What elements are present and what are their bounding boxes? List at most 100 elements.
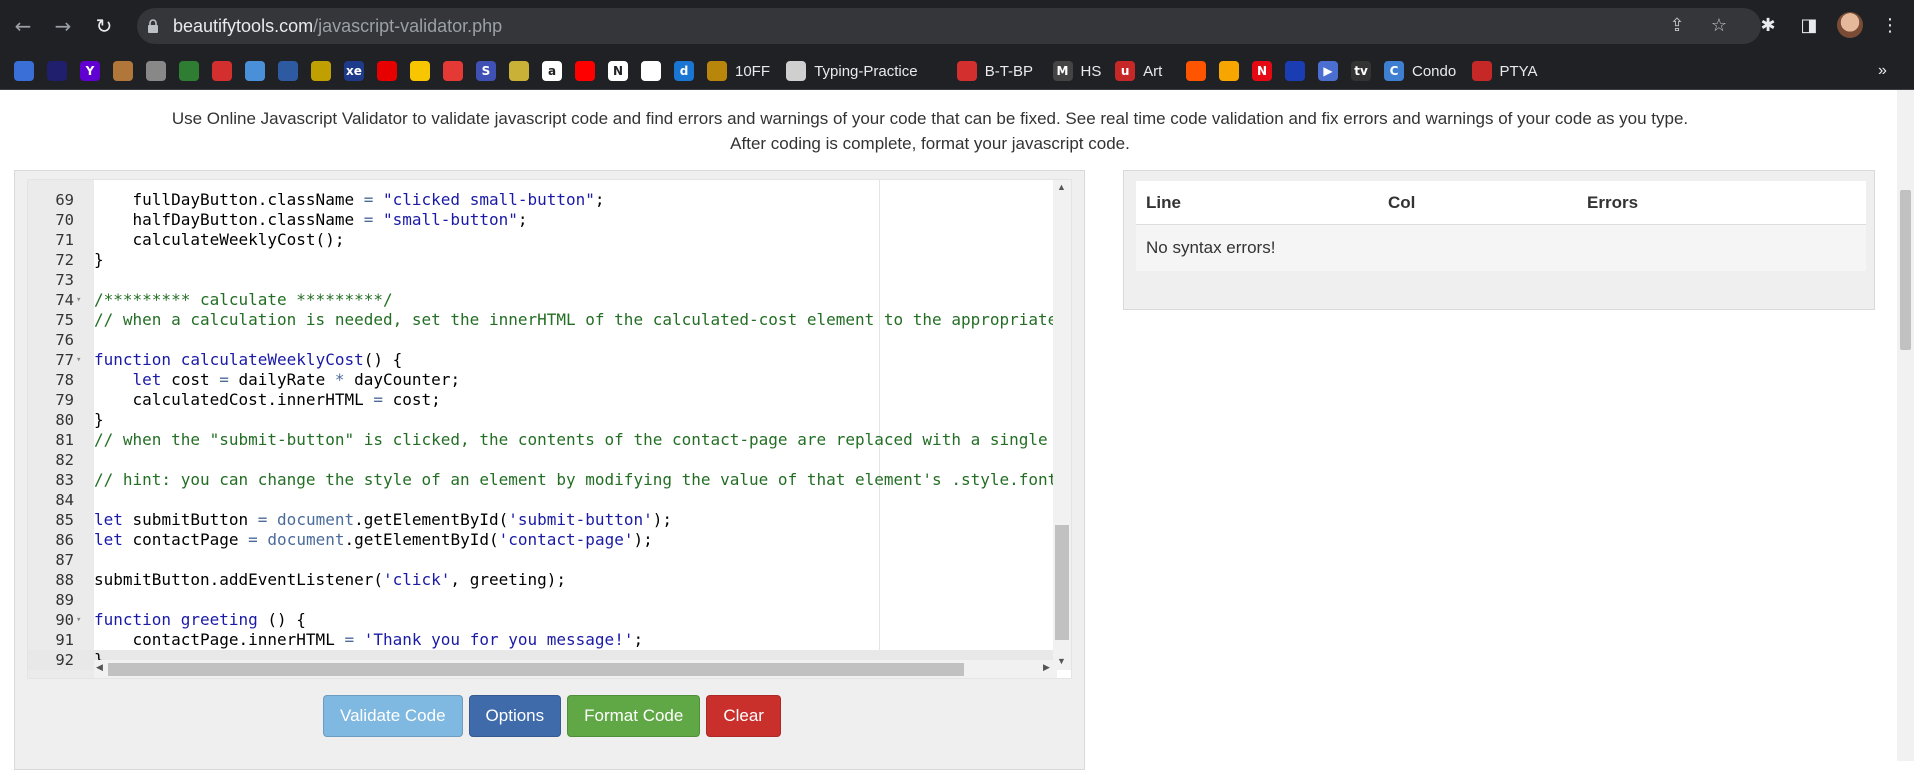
extensions-icon[interactable]: ✱ — [1755, 13, 1781, 39]
bookmark-condo[interactable]: C Condo — [1384, 60, 1456, 82]
bookmark-audible[interactable] — [1219, 60, 1239, 82]
code-line[interactable]: 91 contactPage.innerHTML = 'Thank you fo… — [28, 630, 1068, 650]
vertical-scroll-thumb[interactable] — [1055, 525, 1069, 640]
bookmark-vodafone[interactable] — [377, 60, 397, 82]
bookmark-home[interactable] — [410, 60, 430, 82]
horizontal-scroll-thumb[interactable] — [108, 663, 964, 676]
code-line[interactable]: 79 calculatedCost.innerHTML = cost; — [28, 390, 1068, 410]
reload-icon[interactable]: ↻ — [91, 13, 117, 39]
bookmark-xe[interactable]: xe — [344, 60, 364, 82]
bookmark-soundcloud[interactable] — [1186, 60, 1206, 82]
bookmark-netflix[interactable]: N — [1252, 60, 1272, 82]
results-row: No syntax errors! — [1136, 225, 1866, 271]
code-line[interactable]: 82 — [28, 450, 1068, 470]
bookmark-amazon[interactable]: a — [542, 60, 562, 82]
scroll-down-icon[interactable]: ▼ — [1057, 656, 1066, 666]
bookmark-art[interactable]: u Art — [1115, 60, 1162, 82]
validate-code-button[interactable]: Validate Code — [323, 695, 463, 737]
bookmark-pinwheel[interactable] — [641, 60, 661, 82]
page-scrollbar[interactable] — [1897, 90, 1914, 761]
chrome-icon — [113, 61, 133, 81]
code-line[interactable]: 75 // when a calculation is needed, set t… — [28, 310, 1068, 330]
code-editor[interactable]: 69 fullDayButton.className = "clicked sm… — [27, 179, 1072, 679]
code-line[interactable]: 70 halfDayButton.className = "small-butt… — [28, 210, 1068, 230]
share-icon[interactable]: ⇪ — [1665, 14, 1689, 38]
bookmark-10ff[interactable]: 10FF — [707, 60, 770, 82]
fold-toggle-icon[interactable]: ▾ — [76, 290, 81, 310]
code-text: } — [94, 410, 104, 429]
avatar[interactable] — [1837, 12, 1863, 38]
bookmark-disney[interactable] — [1285, 60, 1305, 82]
star-icon[interactable]: ☆ — [1707, 14, 1731, 38]
code-line[interactable]: 76 — [28, 330, 1068, 350]
line-number: 76 — [55, 331, 74, 349]
bookmark-d[interactable]: d — [674, 60, 694, 82]
code-line[interactable]: 80} — [28, 410, 1068, 430]
bookmark-appletv[interactable]: tv — [1351, 60, 1371, 82]
action-buttons: Validate Code Options Format Code Clear — [323, 695, 781, 737]
scroll-right-icon[interactable]: ▶ — [1043, 662, 1050, 673]
code-line[interactable]: 89 — [28, 590, 1068, 610]
fold-toggle-icon[interactable]: ▾ — [76, 350, 81, 370]
bookmark-play[interactable]: ▶ — [1318, 60, 1338, 82]
code-line[interactable]: 88 submitButton.addEventListener('click',… — [28, 570, 1068, 590]
clear-button[interactable]: Clear — [706, 695, 781, 737]
menu-icon[interactable]: ⋮ — [1877, 13, 1903, 39]
line-number: 81 — [55, 431, 74, 449]
bookmark-pin[interactable] — [443, 60, 463, 82]
code-line[interactable]: 74 ▾ /********* calculate *********/ — [28, 290, 1068, 310]
bookmark-app[interactable] — [14, 60, 34, 82]
vodafone-icon — [377, 61, 397, 81]
scroll-up-icon[interactable]: ▲ — [1057, 182, 1066, 192]
back-arrow-icon[interactable]: ← — [10, 13, 36, 39]
bookmark-image[interactable] — [509, 60, 529, 82]
bookmark-hs[interactable]: M HS — [1052, 60, 1101, 82]
horizontal-scrollbar[interactable]: ◀ ▶ — [94, 660, 1057, 678]
bookmark-s[interactable]: S — [476, 60, 496, 82]
code-line[interactable]: 69 fullDayButton.className = "clicked sm… — [28, 190, 1068, 210]
bookmark-badge[interactable] — [311, 60, 331, 82]
bookmark-apple[interactable] — [146, 60, 166, 82]
code-line[interactable]: 90 ▾ function greeting () { — [28, 610, 1068, 630]
bookmark-label: Typing-Practice — [814, 62, 918, 80]
bookmark-ptya[interactable]: PTYA — [1471, 60, 1538, 82]
code-line[interactable]: 84 — [28, 490, 1068, 510]
bookmark-b-t-bp[interactable]: B-T-BP — [956, 60, 1033, 82]
code-line[interactable]: 78 let cost = dailyRate * dayCounter; — [28, 370, 1068, 390]
code-line[interactable]: 87 — [28, 550, 1068, 570]
bookmark-yahoo[interactable]: Y — [80, 60, 100, 82]
bookmark-cloud[interactable] — [245, 60, 265, 82]
bookmark-notion[interactable]: N — [608, 60, 628, 82]
bookmark-uc[interactable] — [47, 60, 67, 82]
forward-arrow-icon[interactable]: → — [50, 13, 76, 39]
side-panel-icon[interactable]: ◨ — [1796, 13, 1822, 39]
line-number: 71 — [55, 231, 74, 249]
scroll-left-icon[interactable]: ◀ — [96, 662, 103, 673]
code-line[interactable]: 77 ▾ function calculateWeeklyCost() { — [28, 350, 1068, 370]
code-text: calculatedCost.innerHTML = cost; — [94, 390, 441, 409]
bookmark-crest[interactable] — [278, 60, 298, 82]
code-line[interactable]: 85 let submitButton = document.getElement… — [28, 510, 1068, 530]
more-bookmarks-icon[interactable]: » — [1878, 62, 1887, 80]
code-lines[interactable]: 69 fullDayButton.className = "clicked sm… — [28, 190, 1068, 670]
format-code-button[interactable]: Format Code — [567, 695, 701, 737]
validation-results-panel: Line Col Errors No syntax errors! — [1123, 170, 1875, 310]
bookmark-chrome[interactable] — [113, 60, 133, 82]
options-button[interactable]: Options — [468, 695, 562, 737]
code-line[interactable]: 86 let contactPage = document.getElementB… — [28, 530, 1068, 550]
fold-toggle-icon[interactable]: ▾ — [76, 610, 81, 630]
code-line[interactable]: 73 — [28, 270, 1068, 290]
bookmark-youtube[interactable] — [575, 60, 595, 82]
line-number: 84 — [55, 491, 74, 509]
bookmark-swirl[interactable] — [212, 60, 232, 82]
code-line[interactable]: 72} — [28, 250, 1068, 270]
bookmark-typing-practice[interactable]: Typing-Practice — [786, 60, 918, 82]
page-scroll-thumb[interactable] — [1900, 190, 1911, 350]
code-line[interactable]: 81 // when the "submit-button" is clicked… — [28, 430, 1068, 450]
results-table: Line Col Errors No syntax errors! — [1136, 181, 1866, 271]
vertical-scrollbar[interactable]: ▲ ▼ — [1053, 180, 1071, 670]
code-line[interactable]: 83 // hint: you can change the style of a… — [28, 470, 1068, 490]
address-bar[interactable]: beautifytools.com/javascript-validator.p… — [137, 8, 1761, 44]
code-line[interactable]: 71 calculateWeeklyCost(); — [28, 230, 1068, 250]
bookmark-hex[interactable] — [179, 60, 199, 82]
